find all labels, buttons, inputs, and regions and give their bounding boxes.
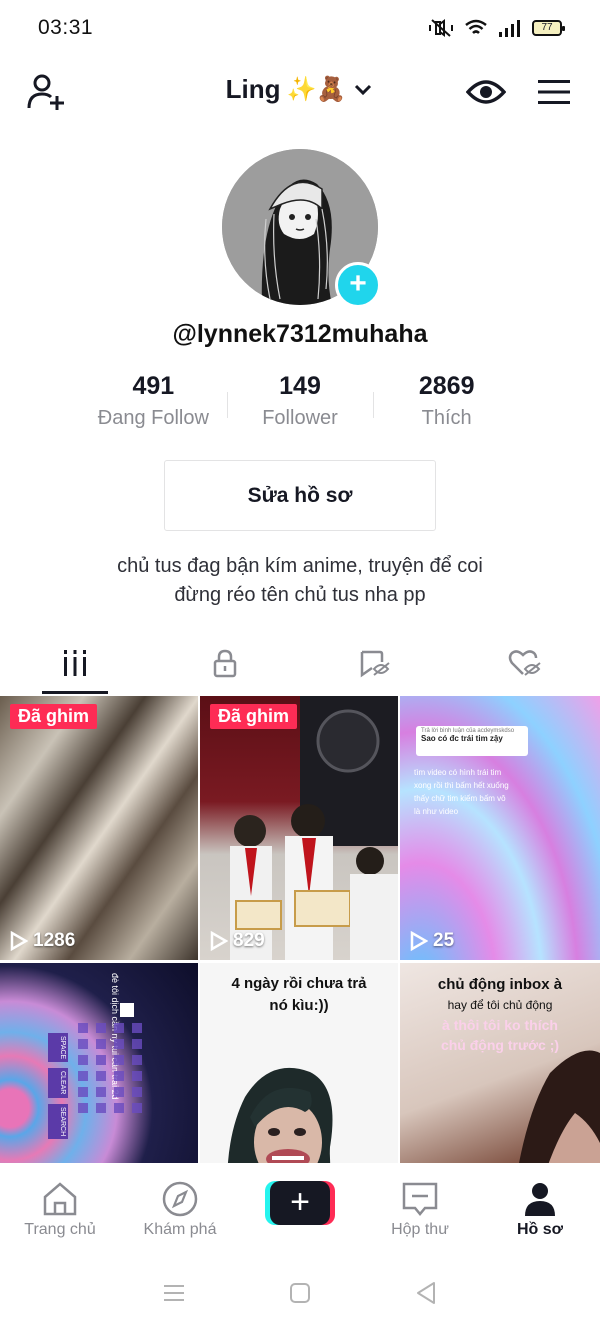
nav-home[interactable]: Trang chủ xyxy=(0,1163,120,1253)
nav-label: Trang chủ xyxy=(24,1221,96,1238)
home-icon xyxy=(43,1182,77,1216)
bio: chủ tus đag bận kím anime, truyện để coi… xyxy=(0,552,600,610)
followers-count: 149 xyxy=(279,372,321,400)
nav-inbox[interactable]: Hộp thư xyxy=(360,1163,480,1253)
profile-views-button[interactable] xyxy=(464,70,508,114)
profile-header: Ling ✨🧸 xyxy=(0,62,600,118)
tab-videos[interactable] xyxy=(0,632,150,694)
view-count: 829 xyxy=(210,930,265,952)
profile-tabs xyxy=(0,632,600,694)
overlay-line: chủ động inbox à xyxy=(437,976,563,993)
edit-profile-button[interactable]: Sửa hồ sơ xyxy=(164,460,436,531)
username: @lynnek7312muhaha xyxy=(172,320,428,348)
status-bar: 03:31 77 xyxy=(0,0,600,58)
likes-count: 2869 xyxy=(418,372,475,400)
profile-name: Ling xyxy=(225,74,281,104)
bookmark-hidden-icon xyxy=(360,650,390,678)
profile-icon xyxy=(525,1183,555,1216)
name-emoji: ✨🧸 xyxy=(286,76,347,103)
video-overlay-text: chủ động inbox à hay để tôi chủ động à t… xyxy=(400,975,600,1055)
plus-icon: + xyxy=(270,1181,330,1225)
add-avatar-button[interactable]: + xyxy=(335,262,381,308)
pinned-badge: Đã ghim xyxy=(210,704,298,729)
account-switcher[interactable]: Ling ✨🧸 xyxy=(0,74,600,105)
nav-label: Hộp thư xyxy=(391,1221,449,1238)
play-icon xyxy=(210,931,228,951)
video-thumbnail[interactable]: Đã ghim 829 xyxy=(200,696,398,960)
thumbnail-scene xyxy=(230,696,398,960)
following-count: 491 xyxy=(132,372,175,400)
tab-favorites[interactable] xyxy=(300,632,450,694)
reply-text: Sao có đc trái tim zậy xyxy=(421,734,503,743)
pinned-badge: Đã ghim xyxy=(10,704,98,729)
wifi-icon xyxy=(465,19,487,34)
overlay-line: 4 ngày rồi chưa trả xyxy=(231,975,367,992)
back-icon[interactable] xyxy=(414,1281,438,1305)
likes-label: Thích xyxy=(421,407,472,429)
nav-create[interactable]: + xyxy=(240,1163,360,1253)
eye-icon xyxy=(466,80,506,104)
hamburger-menu-icon xyxy=(538,80,570,104)
overlay-line: hay để tôi chủ động xyxy=(447,998,553,1012)
video-thumbnail[interactable]: Đã ghim 1286 xyxy=(0,696,198,960)
view-count: 25 xyxy=(410,930,454,952)
battery-icon: 77 xyxy=(532,20,565,36)
grid-icon xyxy=(64,650,86,676)
home-square-icon[interactable] xyxy=(289,1282,311,1304)
nav-profile[interactable]: Hồ sơ xyxy=(480,1163,600,1253)
recents-icon[interactable] xyxy=(162,1283,186,1303)
system-nav-bar xyxy=(0,1253,600,1333)
play-icon xyxy=(410,931,428,951)
bio-line: chủ tus đag bận kím anime, truyện để coi xyxy=(117,555,483,577)
tab-liked[interactable] xyxy=(450,632,600,694)
view-count: 1286 xyxy=(10,930,75,952)
nav-label: Hồ sơ xyxy=(516,1221,564,1238)
inbox-icon xyxy=(402,1182,438,1216)
view-count-value: 1286 xyxy=(33,930,76,951)
chevron-down-icon xyxy=(355,84,372,95)
overlay-line: à thôi tôi ko thích xyxy=(442,1017,558,1033)
view-count-value: 829 xyxy=(233,930,265,951)
followers-label: Follower xyxy=(262,407,338,429)
create-button[interactable]: + xyxy=(265,1181,335,1225)
video-thumbnail[interactable]: Trả lời bình luận của acdeymskdso Sao có… xyxy=(400,696,600,960)
bio-line: đừng réo tên chủ tus nha pp xyxy=(174,584,426,606)
following-stat[interactable]: 491 Đang Follow xyxy=(80,372,227,442)
video-caption: tìm video có hình trái tim xong rồi thì … xyxy=(414,768,509,816)
nav-discover[interactable]: Khám phá xyxy=(120,1163,240,1253)
lock-icon xyxy=(213,649,237,678)
reply-bubble: Trả lời bình luận của acdeymskdso Sao có… xyxy=(416,726,528,756)
likes-stat[interactable]: 2869 Thích xyxy=(373,372,520,442)
mute-vibrate-icon xyxy=(429,19,453,37)
heart-hidden-icon xyxy=(508,650,541,676)
profile-stats: 491 Đang Follow 149 Follower 2869 Thích xyxy=(80,372,520,442)
followers-stat[interactable]: 149 Follower xyxy=(226,372,374,442)
menu-button[interactable] xyxy=(532,70,576,114)
signal-icon xyxy=(499,20,520,37)
video-grid: Đã ghim 1286 Đã ghim 829 Trả lời bình lu… xyxy=(0,696,600,1227)
tab-private[interactable] xyxy=(150,632,300,694)
play-icon xyxy=(10,931,28,951)
clock: 03:31 xyxy=(38,16,94,39)
following-label: Đang Follow xyxy=(97,407,209,429)
compass-icon xyxy=(162,1181,198,1217)
overlay-line: nó kìu:)) xyxy=(269,997,329,1014)
bottom-nav: Trang chủ Khám phá + Hộp thư Hồ sơ xyxy=(0,1163,600,1253)
status-icons: 77 xyxy=(428,18,565,38)
nav-label: Khám phá xyxy=(143,1221,217,1238)
video-overlay-text: 4 ngày rồi chưa trả nó kìu:)) xyxy=(200,973,398,1017)
view-count-value: 25 xyxy=(433,930,455,951)
overlay-line: chủ động trước ;) xyxy=(440,1037,560,1053)
